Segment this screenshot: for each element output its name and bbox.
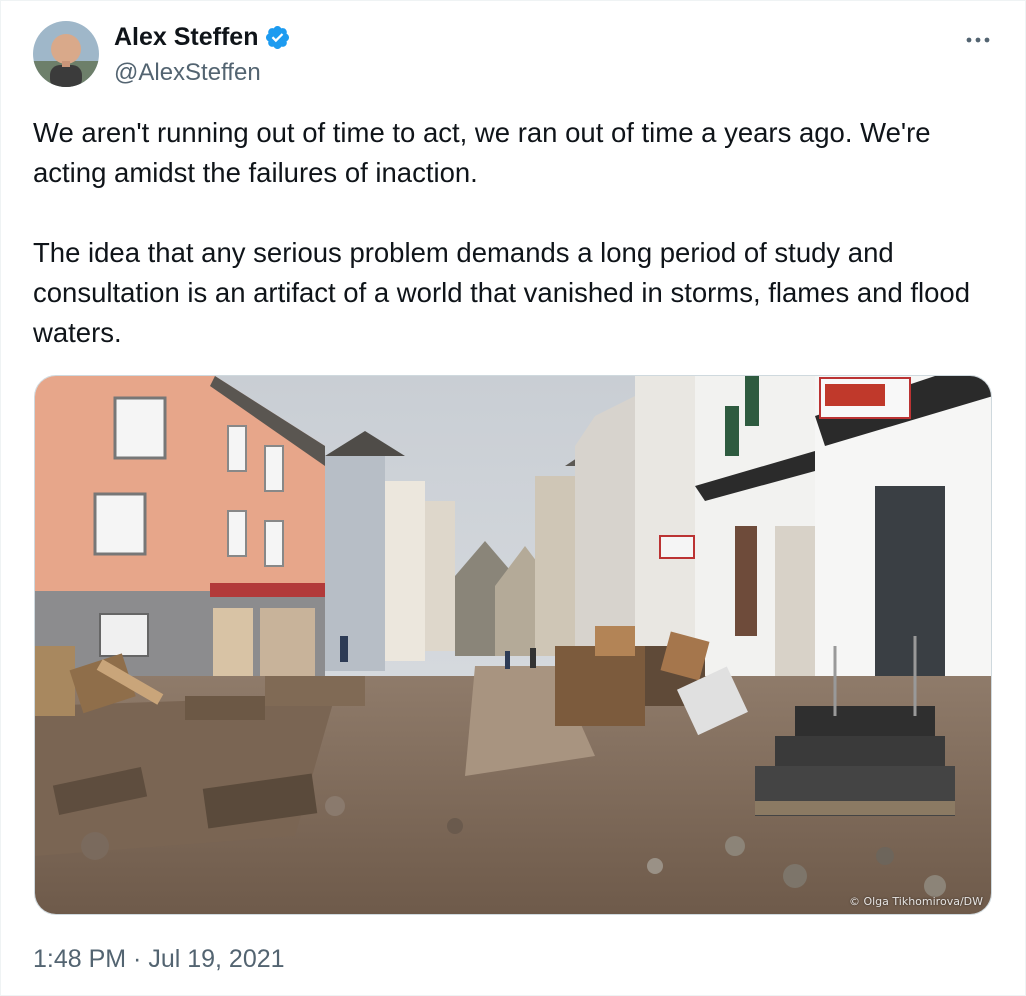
photo-credit: © Olga Tikhomirova/DW (848, 895, 983, 908)
author-name-row[interactable]: Alex Steffen (114, 23, 291, 52)
tweet-paragraph-2: The idea that any serious problem demand… (33, 237, 971, 348)
tweet-text: We aren't running out of time to act, we… (33, 113, 1003, 353)
flood-damaged-street-photo (35, 376, 991, 914)
avatar-photo (33, 21, 99, 87)
verified-badge-icon (266, 25, 290, 50)
author-handle[interactable]: @AlexSteffen (114, 59, 261, 87)
tweet-paragraph-1: We aren't running out of time to act, we… (33, 117, 931, 188)
author-name[interactable]: Alex Steffen (114, 23, 258, 52)
tweet-media-photo[interactable]: © Olga Tikhomirova/DW (34, 375, 992, 915)
avatar[interactable] (33, 21, 99, 87)
tweet-timestamp[interactable]: 1:48 PM · Jul 19, 2021 (33, 945, 285, 974)
more-options-icon[interactable] (963, 25, 993, 55)
tweet-card: Alex Steffen @AlexSteffen We aren't runn… (0, 0, 1026, 996)
